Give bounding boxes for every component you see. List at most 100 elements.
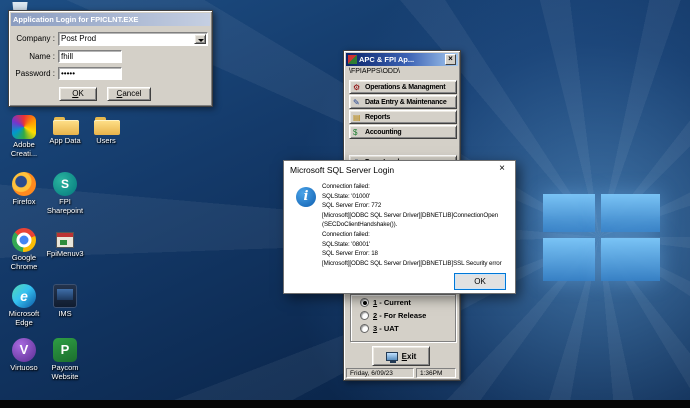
password-field[interactable] [58,67,122,80]
error-line: SQL Server Error: 772 [322,201,502,211]
desktop-icon-ims[interactable]: IMS [45,284,85,319]
fpi-path-label: \FPIAPPS\ODD\ [349,68,400,75]
login-title-bar[interactable]: Application Login for FPICLNT.EXE [11,13,210,26]
desktop-icon-paycom-website[interactable]: P Paycom Website [45,338,85,381]
icon-label: Paycom Website [45,364,85,381]
cancel-button[interactable]: Cancel [107,87,151,101]
taskbar[interactable] [0,400,690,408]
chevron-down-icon[interactable] [194,34,206,44]
desktop: Re... Adobe Creati... App Data Users Fir… [0,0,690,408]
desktop-icon-app-data[interactable]: App Data [45,115,85,146]
icon-label: Users [86,137,126,146]
icon-glyph: e [12,284,36,308]
ok-button-label: OK [72,88,84,100]
dollar-icon: $ [353,128,362,137]
ok-button[interactable]: OK [59,87,97,101]
windows-logo-pane [601,238,660,281]
sql-title-bar[interactable]: Microsoft SQL Server Login × [284,161,515,178]
icon-label: Virtuoso [4,364,44,373]
desktop-icon-virtuoso[interactable]: V Virtuoso [4,338,44,373]
exit-button[interactable]: Exit [372,346,430,366]
radio-label: 1 - Current [373,298,411,307]
accounting-button[interactable]: $ Accounting [349,125,457,139]
menu-button-label: Operations & Managment [365,84,445,91]
radio-current[interactable]: 1 - Current [360,298,411,307]
menu-button-label: Accounting [365,129,402,136]
cancel-button-label: Cancel [117,88,142,100]
menu-button-label: Data Entry & Maintenance [365,99,447,106]
name-label: Name : [9,52,55,61]
icon-glyph: V [12,338,36,362]
sql-window-title: Microsoft SQL Server Login [290,165,394,175]
name-field[interactable] [58,50,122,63]
desktop-icon-adobe-creative[interactable]: Adobe Creati... [4,115,44,158]
status-date: Friday, 6/09/23 [346,368,414,378]
sharepoint-icon: S [53,172,77,196]
folder-icon [94,115,118,135]
error-line: SQL Server Error: 18 [322,249,502,259]
icon-label: Microsoft Edge [4,310,44,327]
ims-icon [53,284,77,308]
radio-label: 3 - UAT [373,324,399,333]
error-line: Connection failed: [322,230,502,240]
radio-for-release[interactable]: 2 - For Release [360,311,426,320]
firefox-icon [12,172,36,196]
error-line: SQLState: '08001' [322,240,502,250]
company-dropdown[interactable]: Post Prod [58,32,208,46]
sql-server-login-dialog: Microsoft SQL Server Login × i Connectio… [283,160,516,294]
fpimenu-icon [56,232,74,248]
menu-button-label: Reports [365,114,390,121]
icon-label: IMS [45,310,85,319]
icon-label: Google Chrome [4,254,44,271]
desktop-icon-users[interactable]: Users [86,115,126,146]
status-time: 1:36PM [416,368,456,378]
data-entry-maintenance-button[interactable]: ✎ Data Entry & Maintenance [349,95,457,109]
info-icon: i [296,187,316,207]
ok-button[interactable]: OK [454,273,506,290]
icon-label: FpiMenuv3 [45,250,85,259]
desktop-icon-fpi-sharepoint[interactable]: S FPI Sharepoint [45,172,85,215]
desktop-icon-microsoft-edge[interactable]: e Microsoft Edge [4,284,44,327]
windows-logo-pane [543,238,595,281]
radio-uat[interactable]: 3 - UAT [360,324,399,333]
application-login-window: Application Login for FPICLNT.EXE Compan… [8,10,213,107]
desktop-icon-firefox[interactable]: Firefox [4,172,44,207]
adobe-creative-cloud-icon [12,115,36,139]
windows-logo [543,194,660,281]
virtuoso-icon: V [12,338,36,362]
error-line: [Microsoft][ODBC SQL Server Driver][DBNE… [322,211,502,221]
reports-button[interactable]: ▤ Reports [349,110,457,124]
icon-label: FPI Sharepoint [45,198,85,215]
close-icon[interactable]: × [445,54,456,65]
windows-logo-pane [601,194,660,232]
radio-button-icon [360,324,369,333]
sql-error-text: Connection failed: SQLState: '01000' SQL… [322,182,502,268]
desktop-icon-google-chrome[interactable]: Google Chrome [4,228,44,271]
radio-button-icon [360,298,369,307]
icon-glyph: S [53,172,77,196]
icon-label: Firefox [4,198,44,207]
icon-glyph: P [53,338,77,362]
gear-icon: ⚙ [353,83,362,92]
error-line: SQLState: '01000' [322,192,502,202]
fpi-app-icon [348,55,357,64]
error-line: [Microsoft][ODBC SQL Server Driver][DBNE… [322,259,502,269]
report-icon: ▤ [353,113,362,122]
icon-label: App Data [45,137,85,146]
folder-icon [53,115,77,135]
paycom-icon: P [53,338,77,362]
fpi-window-title: APC & FPI Ap... [359,55,414,64]
company-label: Company : [9,34,55,43]
password-label: Password : [9,69,55,78]
fpi-title-bar[interactable]: APC & FPI Ap... × [346,53,458,66]
computer-icon [386,352,398,361]
fpi-status-bar: Friday, 6/09/23 1:36PM [345,367,459,379]
desktop-icon-fpimenuv3[interactable]: FpiMenuv3 [45,228,85,259]
windows-logo-pane [543,194,595,232]
edge-icon: e [12,284,36,308]
operations-management-button[interactable]: ⚙ Operations & Managment [349,80,457,94]
company-value: Post Prod [61,34,96,43]
error-line: (SECDoClientHandshake()). [322,220,502,230]
chrome-icon [12,228,36,252]
close-icon[interactable]: × [489,161,515,178]
